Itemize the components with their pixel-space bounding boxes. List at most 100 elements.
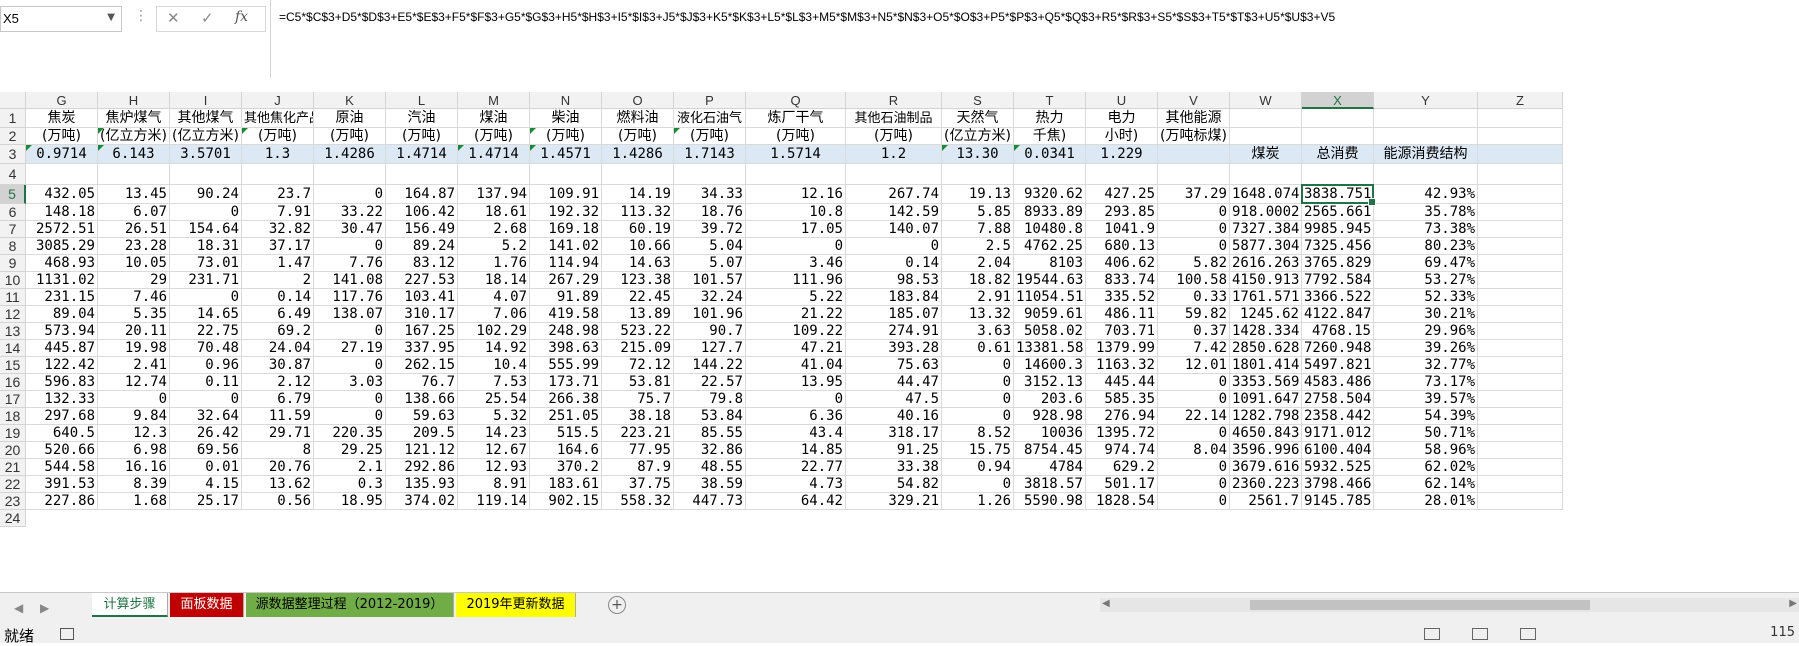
cell-h19[interactable]: 12.3 (98, 425, 170, 442)
cell-p1[interactable]: 液化石油气 (674, 109, 746, 128)
column-header-s[interactable]: S (942, 92, 1014, 109)
cell-w7[interactable]: 7327.384 (1230, 221, 1302, 238)
cell-q9[interactable]: 3.46 (746, 255, 846, 272)
cell-v21[interactable]: 0 (1158, 459, 1230, 476)
cell-m11[interactable]: 4.07 (458, 289, 530, 306)
cell-u6[interactable]: 293.85 (1086, 204, 1158, 221)
cell-w17[interactable]: 1091.647 (1230, 391, 1302, 408)
cell-l6[interactable]: 106.42 (386, 204, 458, 221)
cell-v8[interactable]: 0 (1158, 238, 1230, 255)
cell-l15[interactable]: 262.15 (386, 357, 458, 374)
cell-l22[interactable]: 135.93 (386, 476, 458, 493)
cell-t16[interactable]: 3152.13 (1014, 374, 1086, 391)
row-header-6[interactable]: 6 (0, 204, 26, 221)
cell-m20[interactable]: 12.67 (458, 442, 530, 459)
column-header-n[interactable]: N (530, 92, 602, 109)
cell-h5[interactable]: 13.45 (98, 185, 170, 204)
cell-l21[interactable]: 292.86 (386, 459, 458, 476)
cell-o15[interactable]: 72.12 (602, 357, 674, 374)
cell-t22[interactable]: 3818.57 (1014, 476, 1086, 493)
cell-o1[interactable]: 燃料油 (602, 109, 674, 128)
cell-w9[interactable]: 2616.263 (1230, 255, 1302, 272)
cell-l7[interactable]: 156.49 (386, 221, 458, 238)
cell-j6[interactable]: 7.91 (242, 204, 314, 221)
cell-p12[interactable]: 101.96 (674, 306, 746, 323)
cell-p22[interactable]: 38.59 (674, 476, 746, 493)
cell-z3[interactable] (1478, 145, 1563, 164)
cell-x14[interactable]: 7260.948 (1302, 340, 1374, 357)
cell-w5[interactable]: 1648.074 (1230, 185, 1302, 204)
cell-k9[interactable]: 7.76 (314, 255, 386, 272)
cell-i20[interactable]: 69.56 (170, 442, 242, 459)
cell-l18[interactable]: 59.63 (386, 408, 458, 425)
cell-y12[interactable]: 30.21% (1374, 306, 1478, 323)
cell-n9[interactable]: 114.94 (530, 255, 602, 272)
cell-m4[interactable] (458, 164, 530, 185)
row-header-1[interactable]: 1 (0, 109, 26, 128)
cell-y7[interactable]: 73.38% (1374, 221, 1478, 238)
cell-r9[interactable]: 0.14 (846, 255, 942, 272)
cell-v23[interactable]: 0 (1158, 493, 1230, 510)
cell-p16[interactable]: 22.57 (674, 374, 746, 391)
cell-k22[interactable]: 0.3 (314, 476, 386, 493)
cell-w16[interactable]: 3353.569 (1230, 374, 1302, 391)
column-header-q[interactable]: Q (746, 92, 846, 109)
cell-t19[interactable]: 10036 (1014, 425, 1086, 442)
cell-w23[interactable]: 2561.7 (1230, 493, 1302, 510)
sheet-tab-4[interactable]: 2019年更新数据 (456, 593, 576, 617)
cell-o4[interactable] (602, 164, 674, 185)
cell-z12[interactable] (1478, 306, 1563, 323)
cell-o13[interactable]: 523.22 (602, 323, 674, 340)
cell-k20[interactable]: 29.25 (314, 442, 386, 459)
cell-w2[interactable] (1230, 128, 1302, 145)
cell-o10[interactable]: 123.38 (602, 272, 674, 289)
add-sheet-icon[interactable]: + (608, 596, 626, 614)
enter-icon[interactable]: ✓ (201, 9, 214, 27)
cell-m2[interactable]: (万吨) (458, 128, 530, 145)
cell-l14[interactable]: 337.95 (386, 340, 458, 357)
cell-i13[interactable]: 22.75 (170, 323, 242, 340)
cell-g21[interactable]: 544.58 (26, 459, 98, 476)
zoom-level[interactable]: 115 (1770, 625, 1795, 640)
cell-k3[interactable]: 1.4286 (314, 145, 386, 164)
cell-l4[interactable] (386, 164, 458, 185)
row-header-18[interactable]: 18 (0, 408, 26, 425)
cell-o17[interactable]: 75.7 (602, 391, 674, 408)
cell-i19[interactable]: 26.42 (170, 425, 242, 442)
cell-o19[interactable]: 223.21 (602, 425, 674, 442)
more-options-icon[interactable]: ⋮ (134, 8, 148, 24)
cell-i5[interactable]: 90.24 (170, 185, 242, 204)
cell-s21[interactable]: 0.94 (942, 459, 1014, 476)
cell-l3[interactable]: 1.4714 (386, 145, 458, 164)
cell-w20[interactable]: 3596.996 (1230, 442, 1302, 459)
cell-v12[interactable]: 59.82 (1158, 306, 1230, 323)
cell-n12[interactable]: 419.58 (530, 306, 602, 323)
scroll-right-arrow-icon[interactable]: ▶ (1789, 598, 1797, 609)
cell-n10[interactable]: 267.29 (530, 272, 602, 289)
cell-o23[interactable]: 558.32 (602, 493, 674, 510)
cell-h14[interactable]: 19.98 (98, 340, 170, 357)
cell-r20[interactable]: 91.25 (846, 442, 942, 459)
cell-x23[interactable]: 9145.785 (1302, 493, 1374, 510)
cell-u14[interactable]: 1379.99 (1086, 340, 1158, 357)
cell-h3[interactable]: 6.143 (98, 145, 170, 164)
cell-p13[interactable]: 90.7 (674, 323, 746, 340)
column-header-o[interactable]: O (602, 92, 674, 109)
scroll-right-icon[interactable]: ▶ (40, 601, 49, 615)
cell-p3[interactable]: 1.7143 (674, 145, 746, 164)
cell-l12[interactable]: 310.17 (386, 306, 458, 323)
cell-r22[interactable]: 54.82 (846, 476, 942, 493)
cell-y3[interactable]: 能源消费结构 (1374, 145, 1478, 164)
cell-l1[interactable]: 汽油 (386, 109, 458, 128)
cell-j8[interactable]: 37.17 (242, 238, 314, 255)
cell-z7[interactable] (1478, 221, 1563, 238)
cell-n22[interactable]: 183.61 (530, 476, 602, 493)
cell-w6[interactable]: 918.0002 (1230, 204, 1302, 221)
row-header-4[interactable]: 4 (0, 164, 26, 185)
cell-t18[interactable]: 928.98 (1014, 408, 1086, 425)
cell-s4[interactable] (942, 164, 1014, 185)
cell-g7[interactable]: 2572.51 (26, 221, 98, 238)
cell-o12[interactable]: 13.89 (602, 306, 674, 323)
cell-s7[interactable]: 7.88 (942, 221, 1014, 238)
cell-y16[interactable]: 73.17% (1374, 374, 1478, 391)
